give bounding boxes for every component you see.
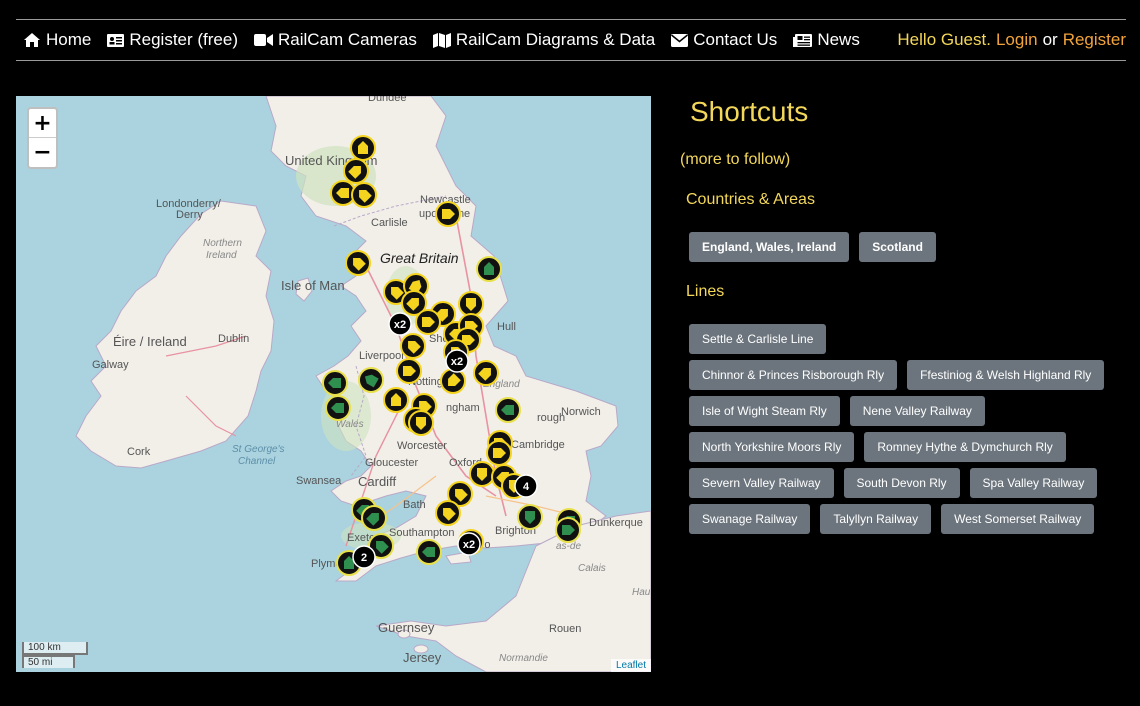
camera-marker[interactable] (408, 410, 434, 436)
line-button-swanage[interactable]: Swanage Railway (689, 504, 811, 534)
camera-marker[interactable] (343, 158, 369, 184)
camera-marker[interactable] (325, 395, 351, 421)
camera-marker[interactable] (555, 517, 581, 543)
nav-news-label: News (817, 30, 860, 49)
line-button-romney-hythe[interactable]: Romney Hythe & Dymchurch Rly (864, 432, 1066, 462)
camera-marker[interactable] (469, 461, 495, 487)
camera-marker[interactable] (458, 291, 484, 317)
camera-marker[interactable] (486, 440, 512, 466)
line-button-talyllyn[interactable]: Talyllyn Railway (820, 504, 932, 534)
line-button-north-yorkshire-moors[interactable]: North Yorkshire Moors Rly (689, 432, 855, 462)
shortcuts-title: Shortcuts (690, 96, 809, 127)
cluster-badge[interactable]: 4 (514, 474, 538, 498)
cluster-badge[interactable]: x2 (388, 312, 412, 336)
camera-marker[interactable] (476, 256, 502, 282)
zoom-in-button[interactable]: + (29, 109, 56, 138)
railcam-map[interactable]: Dundee United Kingdom Londonderry/ Derry… (16, 96, 651, 672)
line-button-chinnor[interactable]: Chinnor & Princes Risborough Rly (689, 360, 898, 390)
cluster-badge[interactable]: x2 (457, 532, 481, 556)
nav-register-label: Register (free) (129, 30, 238, 49)
map-scale: 100 km 50 mi (22, 642, 88, 668)
scale-km: 100 km (22, 642, 88, 655)
cluster-badge[interactable]: x2 (445, 349, 469, 373)
leaflet-attribution[interactable]: Leaflet (610, 659, 651, 672)
scale-mi: 50 mi (22, 655, 75, 668)
lines-buttons: Settle & Carlisle Line Chinnor & Princes… (689, 324, 1119, 540)
line-button-severn-valley[interactable]: Severn Valley Railway (689, 468, 834, 498)
nav-railcam-diagrams[interactable]: RailCam Diagrams & Data (432, 30, 656, 50)
more-to-follow: (more to follow) (680, 151, 791, 168)
camera-marker[interactable] (383, 387, 409, 413)
camera-marker[interactable] (416, 539, 442, 565)
camera-marker[interactable] (396, 358, 422, 384)
nav-home-label: Home (46, 30, 92, 49)
nav-register[interactable]: Register (free) (107, 30, 238, 50)
nav-contact-us-label: Contact Us (693, 30, 778, 49)
camera-marker[interactable] (440, 368, 466, 394)
id-card-icon (107, 33, 125, 47)
camera-marker[interactable] (350, 135, 376, 161)
countries-buttons: England, Wales, Ireland Scotland (689, 232, 1119, 268)
newspaper-icon (793, 33, 813, 47)
cluster-badge-label: x2 (394, 319, 406, 331)
line-button-settle-carlisle[interactable]: Settle & Carlisle Line (689, 324, 827, 354)
country-button-england-wales-ireland[interactable]: England, Wales, Ireland (689, 232, 850, 262)
camera-marker[interactable] (345, 250, 371, 276)
zoom-control: + − (27, 107, 58, 169)
camera-marker[interactable] (361, 505, 387, 531)
camera-marker[interactable] (415, 309, 441, 335)
camera-marker[interactable] (435, 201, 461, 227)
camera-marker[interactable] (473, 360, 499, 386)
video-camera-icon (254, 34, 273, 46)
envelope-icon (671, 33, 689, 47)
nav-railcam-diagrams-label: RailCam Diagrams & Data (455, 30, 656, 49)
camera-marker[interactable] (358, 367, 384, 393)
line-button-spa-valley[interactable]: Spa Valley Railway (969, 468, 1098, 498)
cluster-badge-label: 4 (523, 481, 530, 493)
zoom-out-button[interactable]: − (29, 138, 56, 167)
camera-marker[interactable] (435, 500, 461, 526)
login-link[interactable]: Login (996, 30, 1038, 50)
map-icon (432, 32, 451, 48)
camera-marker[interactable] (400, 333, 426, 359)
nav-contact-us[interactable]: Contact Us (671, 30, 777, 50)
line-button-ffestiniog[interactable]: Ffestiniog & Welsh Highland Rly (907, 360, 1105, 390)
camera-marker[interactable] (495, 397, 521, 423)
nav-railcam-cameras[interactable]: RailCam Cameras (254, 30, 417, 50)
home-icon (24, 33, 40, 47)
cluster-badge[interactable]: 2 (352, 545, 376, 569)
nav-news[interactable]: News (793, 30, 860, 50)
cluster-badge-label: x2 (463, 539, 475, 551)
country-button-scotland[interactable]: Scotland (859, 232, 936, 262)
top-navigation: Home Register (free) RailCam Cameras Rai… (16, 19, 1126, 61)
camera-marker[interactable] (351, 182, 377, 208)
or-text: or (1042, 30, 1058, 49)
register-link[interactable]: Register (1063, 30, 1126, 50)
nav-railcam-cameras-label: RailCam Cameras (278, 30, 417, 49)
user-greeting: Hello Guest. Login or Register (897, 20, 1126, 60)
lines-heading: Lines (686, 283, 725, 300)
line-button-isle-of-wight[interactable]: Isle of Wight Steam Rly (689, 396, 840, 426)
camera-marker[interactable] (322, 370, 348, 396)
greeting-text: Hello Guest. (897, 30, 991, 49)
line-button-west-somerset[interactable]: West Somerset Railway (941, 504, 1095, 534)
camera-marker[interactable] (517, 504, 543, 530)
cluster-badge-label: 2 (361, 552, 367, 564)
nav-home[interactable]: Home (23, 30, 91, 50)
line-button-nene-valley[interactable]: Nene Valley Railway (849, 396, 985, 426)
countries-heading: Countries & Areas (686, 191, 815, 208)
camera-markers-layer: x2 x2 x2 2 4 (322, 135, 582, 576)
line-button-south-devon[interactable]: South Devon Rly (843, 468, 960, 498)
cluster-badge-label: x2 (451, 356, 463, 368)
